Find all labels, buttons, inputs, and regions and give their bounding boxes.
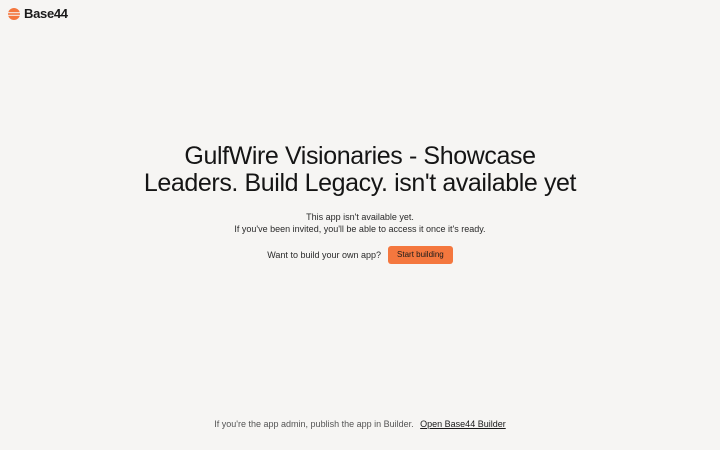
start-building-button[interactable]: Start building	[388, 246, 453, 264]
subtitle-line-1: This app isn't available yet.	[306, 212, 414, 222]
brand-name: Base44	[24, 6, 68, 21]
cta-row: Want to build your own app? Start buildi…	[0, 246, 720, 264]
open-builder-link[interactable]: Open Base44 Builder	[420, 419, 506, 429]
unavailable-message: GulfWire Visionaries - Showcase Leaders.…	[0, 143, 720, 264]
footer-text: If you're the app admin, publish the app…	[214, 419, 414, 429]
page-title: GulfWire Visionaries - Showcase Leaders.…	[143, 142, 577, 197]
cta-prompt: Want to build your own app?	[267, 250, 382, 260]
subtitle-line-2: If you've been invited, you'll be able t…	[234, 224, 486, 234]
subtitle: This app isn't available yet. If you've …	[0, 211, 720, 235]
brand-logo[interactable]: Base44	[8, 6, 68, 22]
base44-logo-icon	[8, 8, 20, 20]
footer: If you're the app admin, publish the app…	[0, 418, 720, 430]
